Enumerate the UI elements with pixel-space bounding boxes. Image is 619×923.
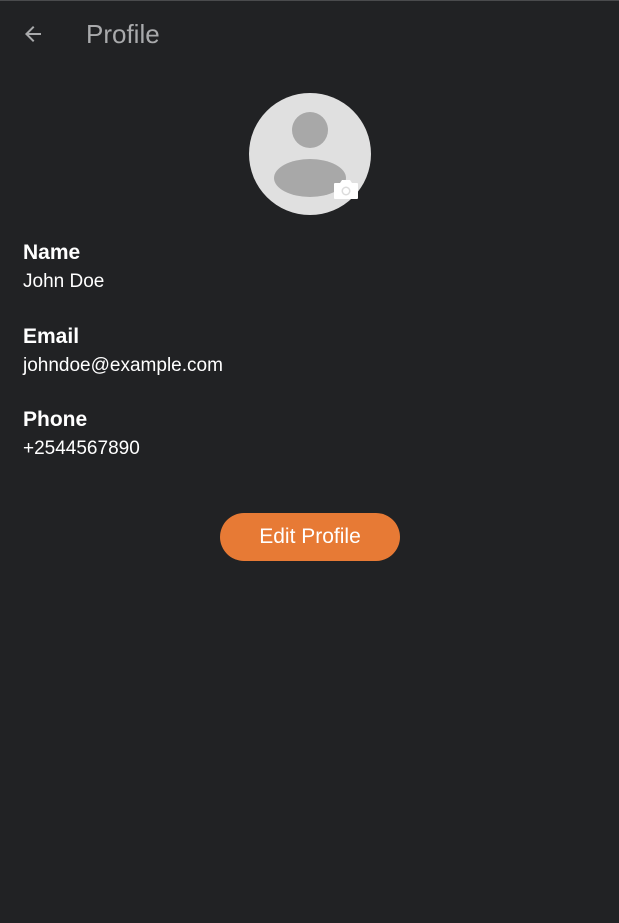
avatar-container bbox=[249, 93, 371, 215]
phone-label: Phone bbox=[23, 408, 88, 431]
page-title: Profile bbox=[86, 19, 160, 49]
name-field: Name John Doe bbox=[23, 240, 104, 294]
arrow-left-icon bbox=[25, 26, 41, 42]
phone-field: Phone +2544567890 bbox=[23, 407, 140, 461]
back-button[interactable] bbox=[16, 17, 50, 51]
email-label: Email bbox=[23, 325, 80, 348]
name-label: Name bbox=[23, 241, 81, 264]
camera-icon bbox=[334, 180, 358, 199]
name-value: John Doe bbox=[23, 271, 105, 292]
edit-profile-button[interactable]: Edit Profile bbox=[220, 513, 400, 561]
email-value: johndoe@example.com bbox=[23, 355, 223, 376]
email-field: Email johndoe@example.com bbox=[23, 324, 223, 378]
phone-value: +2544567890 bbox=[23, 438, 140, 459]
change-photo-button[interactable] bbox=[333, 177, 359, 201]
app-bar: Profile bbox=[0, 1, 619, 65]
